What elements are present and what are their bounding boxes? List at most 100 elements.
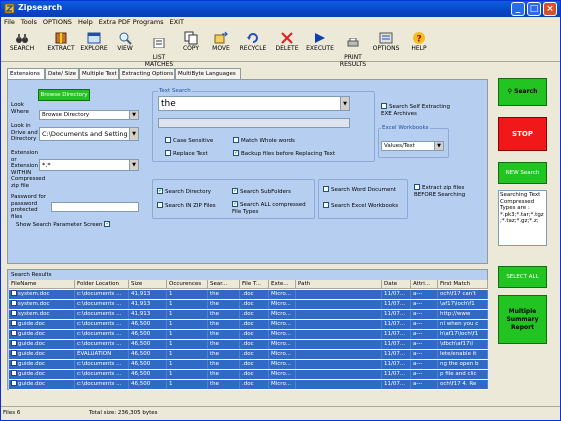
minimize-button[interactable]: _ [511,2,525,16]
move-toolbar-button[interactable]: MOVE [209,31,233,61]
search-exe-checkbox[interactable]: Search Self Extracting EXE Archives [381,103,451,118]
excel-select[interactable]: Values/Text ▼ [381,141,444,151]
search-all-compressed-checkbox[interactable]: Search ALL compressed File Types [232,200,312,216]
col-attributes-header[interactable]: Attri... [411,280,438,289]
col-attributes-cell: a--- [411,350,438,359]
close-button[interactable]: × [543,2,557,16]
col-folder-cell: c:\documents ... [75,310,129,319]
help-toolbar-button[interactable]: ? HELP [407,31,431,61]
document-icon [11,380,17,386]
col-path-header[interactable]: Path [296,280,382,289]
col-search-cell: the [208,360,240,369]
col-attributes-cell: a--- [411,290,438,299]
search-excel-checkbox[interactable]: Search Excel Workbooks [323,202,398,210]
col-path-cell [296,290,382,299]
print-results-toolbar-button[interactable]: PRINT RESULTS [338,31,368,67]
table-row[interactable]: system.doc c:\documents ... 41,913 1 the .doc… [9,310,488,319]
replace-text-input[interactable] [158,118,350,128]
col-date-cell: 11/07... [382,360,411,369]
col-date-header[interactable]: Date [382,280,411,289]
view-icon [119,32,132,45]
show-params-checkbox[interactable]: Show Search Parameter Screen [16,220,112,229]
view-toolbar-button[interactable]: VIEW [113,31,137,61]
col-filetype-cell: .doc [240,290,269,299]
col-occurences-header[interactable]: Occurences [167,280,208,289]
menu-exit[interactable]: EXIT [167,17,187,28]
search-side-button[interactable]: ⚲ Search [498,78,547,106]
search-word-checkbox[interactable]: Search Word Document [323,186,396,194]
table-row[interactable]: guide.doc EVALUATION 46,500 1 the .doc Micro..… [9,350,488,359]
backup-checkbox[interactable]: Backup files before Replacing Text [233,149,335,158]
document-icon [11,370,17,376]
col-extension-cell: Micro... [269,340,296,349]
match-whole-checkbox[interactable]: Match Whole words [233,137,295,145]
col-filename-header[interactable]: FileName [9,280,75,289]
col-date-text: 11/07... [384,321,406,327]
col-search-cell: the [208,310,240,319]
col-extension-text: Micro... [271,351,291,357]
search-directory-checkbox[interactable]: Search Directory [157,187,211,196]
col-folder-text: c:\documents ... [77,291,122,297]
document-icon [11,320,17,326]
col-filename-cell: system.doc [9,310,75,319]
replace-text-checkbox[interactable]: Replace Text [165,150,208,158]
col-occurences-cell: 1 [167,340,208,349]
col-first-match-header[interactable]: First Match [438,280,488,289]
table-row[interactable]: guide.doc c:\documents ... 46,500 1 the .doc M… [9,380,488,389]
tab-extracting-options[interactable]: Extracting Options [119,68,175,79]
col-search-header[interactable]: Sear... [208,280,240,289]
copy-toolbar-button[interactable]: COPY [180,31,202,61]
table-row[interactable]: system.doc c:\documents ... 41,913 1 the .doc… [9,290,488,299]
col-filetype-header[interactable]: File T... [240,280,269,289]
search-in-zip-checkbox[interactable]: Search IN ZIP Files [157,202,216,210]
list-matches-toolbar-button[interactable]: LIST MATCHES [141,31,177,67]
text-search-input[interactable]: the ▼ [158,96,350,111]
col-extension-header[interactable]: Exte... [269,280,296,289]
tab-date-size[interactable]: Date/ Size [45,68,79,79]
browse-directory-button[interactable]: Browse Directory [38,89,90,101]
look-in-select[interactable]: C:\Documents and Setting ▼ [39,127,139,141]
col-occurences-cell: 1 [167,370,208,379]
password-input[interactable] [51,202,139,212]
case-sensitive-checkbox[interactable]: Case Sensitive [165,137,213,145]
menu-help[interactable]: Help [75,17,96,28]
options-toolbar-button[interactable]: OPTIONS [371,31,401,61]
new-search-button[interactable]: NEW Search [498,162,547,184]
col-folder-header[interactable]: Folder Location [75,280,129,289]
show-params-text: Show Search Parameter Screen [16,222,103,228]
col-date-text: 11/07... [384,361,406,367]
tab-multibyte-languages[interactable]: MultiByte Languages [175,68,241,79]
search-toolbar-button[interactable]: SEARCH [7,31,37,61]
menu-options[interactable]: OPTIONS [40,17,75,28]
search-subfolders-checkbox[interactable]: Search SubFolders [232,187,291,196]
table-row[interactable]: guide.doc c:\documents ... 46,500 1 the .doc M… [9,330,488,339]
col-size-header[interactable]: Size [129,280,167,289]
col-search-cell: the [208,350,240,359]
col-filetype-text: .doc [242,321,254,327]
look-where-select[interactable]: Browse Directory ▼ [39,110,139,120]
recycle-toolbar-button[interactable]: RECYCLE [237,31,269,61]
col-occurences-cell: 1 [167,330,208,339]
col-size-cell: 41,913 [129,300,167,309]
menu-tools[interactable]: Tools [18,17,40,28]
col-date-cell: 11/07... [382,340,411,349]
maximize-button[interactable]: □ [527,2,541,16]
menu-file[interactable]: File [1,17,18,28]
explore-toolbar-button[interactable]: EXPLORE [79,31,109,61]
menu-extra-pdf[interactable]: Extra PDF Programs [96,17,167,28]
table-row[interactable]: guide.doc c:\documents ... 46,500 1 the .doc M… [9,360,488,369]
multiple-summary-report-button[interactable]: Multiple Summary Report [498,295,547,344]
tab-multiple-text[interactable]: Multiple Text [79,68,119,79]
stop-button[interactable]: STOP [498,117,547,151]
table-row[interactable]: guide.doc c:\documents ... 46,500 1 the .doc M… [9,370,488,379]
table-row[interactable]: guide.doc c:\documents ... 46,500 1 the .doc M… [9,340,488,349]
extract-toolbar-button[interactable]: EXTRACT [45,31,77,61]
extension-select[interactable]: *.* ▼ [39,159,139,171]
col-filetype-cell: .doc [240,300,269,309]
execute-toolbar-button[interactable]: EXECUTE [304,31,336,61]
table-row[interactable]: system.doc c:\documents ... 41,913 1 the .doc… [9,300,488,309]
delete-toolbar-button[interactable]: DELETE [273,31,301,61]
table-row[interactable]: guide.doc c:\documents ... 46,500 1 the .doc M… [9,320,488,329]
extract-zip-checkbox[interactable]: Extract zip files BEFORE Searching [414,184,482,199]
select-all-button[interactable]: SELECT ALL [498,266,547,288]
